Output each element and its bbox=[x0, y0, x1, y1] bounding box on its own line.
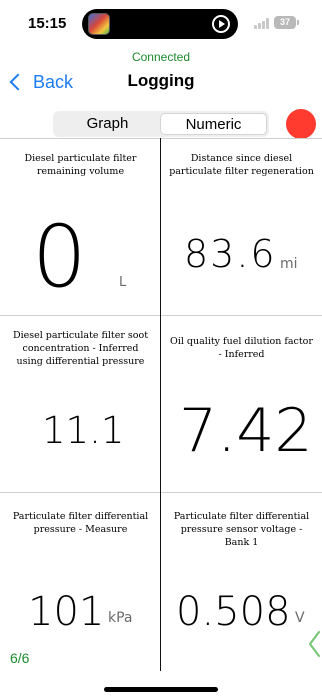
record-button[interactable] bbox=[286, 109, 316, 139]
reading-cell[interactable]: Distance since diesel particulate filter… bbox=[161, 138, 322, 315]
play-icon[interactable] bbox=[212, 15, 230, 33]
chevron-left-icon[interactable] bbox=[307, 630, 322, 658]
app-icon bbox=[88, 13, 110, 35]
reading-label: Particulate filter differential pressure… bbox=[12, 511, 149, 535]
segment-graph[interactable]: Graph bbox=[55, 113, 160, 135]
page-title: Logging bbox=[127, 71, 195, 90]
status-time: 15:15 bbox=[28, 15, 67, 32]
page-indicator: 6/6 bbox=[10, 650, 30, 666]
dynamic-island[interactable] bbox=[82, 9, 238, 39]
reading-value: 7.42 bbox=[179, 396, 313, 466]
reading-label: Oil quality fuel dilution factor - Infer… bbox=[170, 336, 313, 360]
home-indicator[interactable] bbox=[104, 687, 218, 692]
reading-cell[interactable]: Oil quality fuel dilution factor - Infer… bbox=[161, 315, 322, 492]
connection-status: Connected bbox=[131, 50, 191, 64]
reading-label: Diesel particulate filter remaining volu… bbox=[24, 153, 137, 177]
readings-grid: Diesel particulate filter remaining volu… bbox=[0, 138, 322, 671]
battery-tip bbox=[297, 20, 299, 25]
reading-cell[interactable]: Diesel particulate filter remaining volu… bbox=[0, 138, 161, 315]
reading-cell[interactable]: Particulate filter differential pressure… bbox=[0, 492, 161, 669]
segment-numeric[interactable]: Numeric bbox=[160, 113, 267, 135]
signal-icon bbox=[254, 18, 270, 29]
reading-unit: V bbox=[295, 610, 305, 626]
reading-value: 11.1 bbox=[42, 409, 125, 452]
reading-unit: kPa bbox=[108, 610, 133, 626]
status-bar: 15:15 37 bbox=[0, 0, 322, 46]
reading-label: Diesel particulate filter soot concentra… bbox=[12, 330, 149, 367]
reading-label: Distance since diesel particulate filter… bbox=[169, 153, 314, 177]
battery-level: 37 bbox=[279, 17, 290, 27]
reading-cell[interactable]: Particulate filter differential pressure… bbox=[161, 492, 322, 669]
reading-value: 83.6 bbox=[184, 232, 277, 276]
reading-label: Particulate filter differential pressure… bbox=[173, 511, 310, 548]
reading-value: 0 bbox=[32, 207, 87, 307]
reading-value: 0.508 bbox=[176, 589, 291, 635]
view-mode-segmented-control[interactable]: Graph Numeric bbox=[53, 111, 269, 137]
reading-unit: L bbox=[119, 275, 127, 290]
reading-value: 101 bbox=[28, 589, 105, 635]
battery-icon: 37 bbox=[274, 16, 296, 29]
reading-cell[interactable]: Diesel particulate filter soot concentra… bbox=[0, 315, 161, 492]
reading-unit: mi bbox=[280, 256, 298, 272]
